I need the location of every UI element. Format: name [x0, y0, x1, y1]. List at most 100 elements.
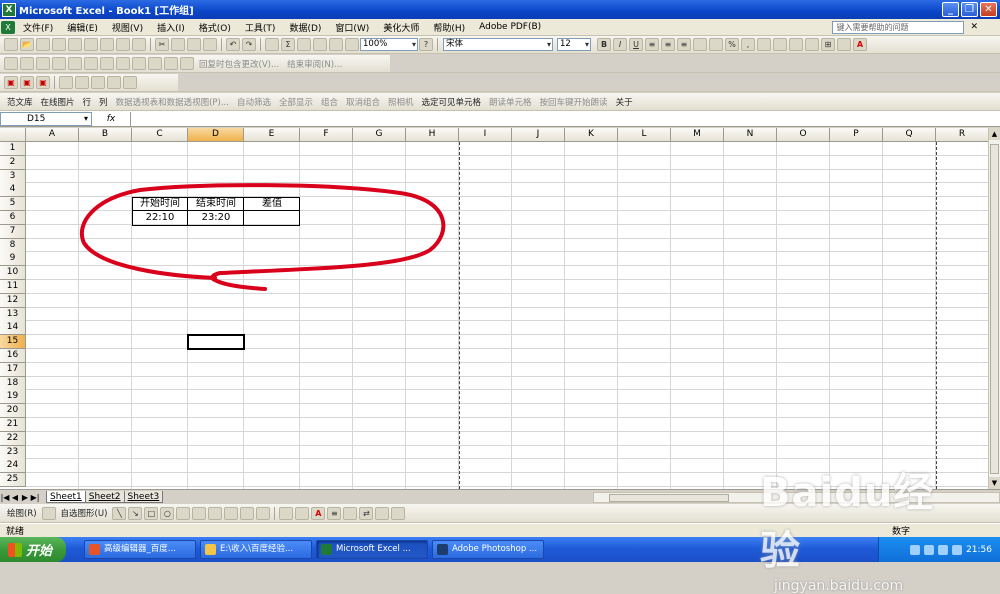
research-icon[interactable] — [132, 38, 146, 51]
review-icon-7[interactable] — [100, 57, 114, 70]
dash-style-icon[interactable] — [343, 506, 358, 520]
hyperlink-icon[interactable] — [265, 38, 279, 51]
pdf-convert-icon[interactable]: ▣ — [4, 76, 18, 89]
task-excel[interactable]: Microsoft Excel ... — [316, 540, 428, 559]
review-icon-2[interactable] — [20, 57, 34, 70]
vertical-scrollbar[interactable]: ▲ ▼ — [988, 128, 1000, 489]
print-icon[interactable] — [84, 38, 98, 51]
sort-descending-icon[interactable] — [313, 38, 327, 51]
row-header-20[interactable]: 20 — [0, 404, 26, 419]
speak-cells-button[interactable]: 朗读单元格 — [489, 96, 532, 108]
italic-button[interactable]: I — [613, 38, 627, 51]
row-header-15[interactable]: 15 — [0, 335, 26, 350]
restore-button[interactable]: ❐ — [961, 2, 978, 17]
menu-view[interactable]: 视图(V) — [105, 21, 150, 34]
menu-format[interactable]: 格式(O) — [192, 21, 238, 34]
line-color-icon[interactable] — [295, 506, 310, 520]
ungroup-button[interactable]: 取消组合 — [346, 96, 380, 108]
online-images-button[interactable]: 在线图片 — [41, 96, 75, 108]
column-button[interactable]: 列 — [99, 96, 108, 108]
close-button[interactable]: ✕ — [980, 2, 997, 17]
spelling-icon[interactable] — [116, 38, 130, 51]
diagram-icon[interactable] — [224, 506, 239, 520]
sort-ascending-icon[interactable] — [297, 38, 311, 51]
font-name-select[interactable]: 宋体 — [443, 38, 553, 51]
print-preview-icon[interactable] — [100, 38, 114, 51]
percent-button[interactable]: % — [725, 38, 739, 51]
reply-with-changes-button[interactable]: 回复时包含更改(V)... — [199, 58, 279, 70]
about-button[interactable]: 关于 — [616, 96, 633, 108]
oval-icon[interactable]: ○ — [160, 506, 175, 520]
fill-bucket-icon[interactable] — [279, 506, 294, 520]
pdf-icon-6[interactable] — [91, 76, 105, 89]
currency-icon[interactable] — [709, 38, 723, 51]
align-left-icon[interactable]: ≡ — [645, 38, 659, 51]
pivot-table-button[interactable]: 数据透视表和数据透视图(P)... — [116, 96, 229, 108]
last-sheet-icon[interactable]: ▶| — [30, 493, 40, 502]
pdf-icon-8[interactable] — [123, 76, 137, 89]
sheet-tab-sheet1[interactable]: Sheet1 — [46, 491, 86, 503]
wordart-icon[interactable] — [208, 506, 223, 520]
autosum-icon[interactable]: Σ — [281, 38, 295, 51]
task-photoshop[interactable]: Adobe Photoshop ... — [432, 540, 544, 559]
open-icon[interactable]: 📂 — [20, 38, 34, 51]
task-explorer[interactable]: E:\收入\百度经验... — [200, 540, 312, 559]
menu-window[interactable]: 窗口(W) — [328, 21, 376, 34]
review-icon-5[interactable] — [68, 57, 82, 70]
review-icon-11[interactable] — [164, 57, 178, 70]
workbook-icon[interactable]: X — [1, 20, 15, 34]
clock[interactable]: 21:56 — [966, 545, 992, 555]
bold-button[interactable]: B — [597, 38, 611, 51]
menu-insert[interactable]: 插入(I) — [150, 21, 192, 34]
review-icon-8[interactable] — [116, 57, 130, 70]
review-icon-4[interactable] — [52, 57, 66, 70]
decrease-indent-icon[interactable] — [789, 38, 803, 51]
clipart-icon[interactable] — [240, 506, 255, 520]
menu-beautify[interactable]: 美化大师 — [376, 21, 426, 34]
textbox-icon[interactable] — [176, 506, 191, 520]
email-icon[interactable] — [68, 38, 82, 51]
permission-icon[interactable] — [52, 38, 66, 51]
line-style-icon[interactable]: ≡ — [327, 506, 342, 520]
horizontal-scroll-thumb[interactable] — [609, 493, 730, 502]
row-header-22[interactable]: 22 — [0, 431, 26, 446]
row-header-21[interactable]: 21 — [0, 418, 26, 432]
row-header-19[interactable]: 19 — [0, 390, 26, 405]
review-icon-12[interactable] — [180, 57, 194, 70]
pdf-review-icon[interactable]: ▣ — [36, 76, 50, 89]
row-button[interactable]: 行 — [83, 96, 92, 108]
arrow-style-icon[interactable]: ⇄ — [359, 506, 374, 520]
redo-icon[interactable]: ↷ — [242, 38, 256, 51]
row-header-17[interactable]: 17 — [0, 362, 26, 377]
formula-input[interactable] — [130, 111, 1000, 126]
autofilter-button[interactable]: 自动筛选 — [237, 96, 271, 108]
new-icon[interactable] — [4, 38, 18, 51]
draw-menu-button[interactable]: 绘图(R) — [7, 507, 37, 519]
menu-data[interactable]: 数据(D) — [282, 21, 328, 34]
sheet-tab-sheet3[interactable]: Sheet3 — [123, 491, 164, 503]
scroll-up-icon[interactable]: ▲ — [989, 128, 1000, 140]
vertical-textbox-icon[interactable] — [192, 506, 207, 520]
select-visible-cells-button[interactable]: 选定可见单元格 — [422, 96, 482, 108]
review-icon-9[interactable] — [132, 57, 146, 70]
close-workbook-icon[interactable]: ✕ — [970, 22, 978, 32]
row-header-18[interactable]: 18 — [0, 376, 26, 391]
show-all-button[interactable]: 全部显示 — [279, 96, 313, 108]
select-objects-icon[interactable] — [41, 506, 56, 520]
menu-tools[interactable]: 工具(T) — [238, 21, 283, 34]
menu-adobe-pdf[interactable]: Adobe PDF(B) — [472, 22, 548, 32]
comma-style-icon[interactable]: , — [741, 38, 755, 51]
excel-app-icon[interactable]: X — [2, 2, 16, 17]
format-painter-icon[interactable] — [203, 38, 217, 51]
help-search-input[interactable]: 键入需要帮助的问题 — [832, 20, 965, 34]
pdf-icon-4[interactable] — [59, 76, 73, 89]
menu-file[interactable]: 文件(F) — [16, 21, 60, 34]
group-button[interactable]: 组合 — [321, 96, 338, 108]
start-button[interactable]: 开始 — [0, 537, 66, 562]
zoom-select[interactable]: 100% — [360, 38, 418, 51]
arrow-icon[interactable]: ↘ — [128, 506, 143, 520]
menu-help[interactable]: 帮助(H) — [426, 21, 472, 34]
camera-button[interactable]: 照相机 — [388, 96, 414, 108]
undo-icon[interactable]: ↶ — [226, 38, 240, 51]
picture-icon[interactable] — [256, 506, 271, 520]
